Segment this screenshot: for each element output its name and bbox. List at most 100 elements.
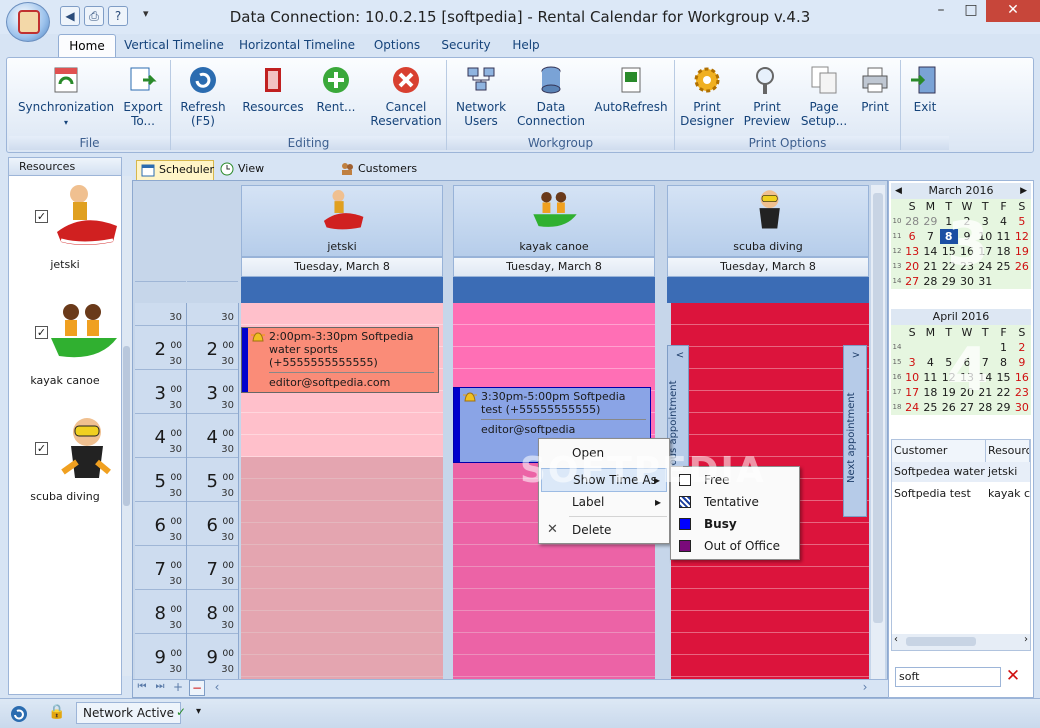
fast-forward-button[interactable]: ⏭ [153, 681, 167, 692]
network-icon [467, 67, 495, 91]
magnifier-icon [756, 67, 774, 94]
kayak-icon [533, 191, 577, 227]
grid-hscroll[interactable]: ‹ › [892, 634, 1030, 650]
first-button[interactable]: ⏮ [135, 681, 149, 692]
all-day-area[interactable] [453, 277, 655, 303]
rent-button[interactable]: Rent... [311, 64, 361, 114]
column-header-jetski[interactable]: jetski [241, 185, 443, 257]
tab-options[interactable]: Options [366, 34, 428, 58]
sync-status-icon[interactable] [10, 705, 28, 723]
free-swatch-icon [679, 474, 691, 486]
exit-button[interactable]: Exit [905, 64, 945, 114]
resources-icon [265, 68, 281, 92]
menu-item-label[interactable]: Label ▸ [541, 491, 667, 515]
column-header-resource[interactable]: Resource [986, 440, 1030, 462]
app-menu-button[interactable] [6, 2, 50, 42]
scrollbar-thumb[interactable] [123, 346, 130, 506]
data-connection-button[interactable]: Data Connection [515, 64, 587, 128]
menu-item-open[interactable]: Open [541, 442, 667, 466]
clock-icon [220, 162, 234, 176]
jetski-icon [323, 189, 364, 230]
calendar-april: 4 SMTWTFS 14 1 2 15 3 4 5 6 7 8 9 16 10 11 12 13 14 15 1… [891, 325, 1031, 415]
tab-customers[interactable]: Customers [336, 160, 417, 180]
next-month-button[interactable]: ▶ [1020, 183, 1027, 199]
lock-icon[interactable]: 🔒 [48, 702, 65, 724]
reminder-bell-icon [463, 392, 477, 402]
ribbon-tabs: Home Vertical Timeline Horizontal Timeli… [0, 34, 1040, 58]
submenu-item-tentative[interactable]: Tentative [673, 491, 797, 513]
column-header-customer[interactable]: Customer [892, 440, 986, 462]
tab-security[interactable]: Security [436, 34, 496, 58]
network-status: Network Active [76, 702, 182, 724]
submenu-item-busy[interactable]: Busy [673, 513, 797, 535]
back-quick-button[interactable]: ◀ [60, 6, 80, 26]
resource-checkbox[interactable]: ✓ [35, 326, 48, 339]
network-users-button[interactable]: Network Users [451, 64, 511, 128]
synchronization-button[interactable]: Synchronization ▾ [17, 64, 115, 130]
resource-item-scuba-diving[interactable]: ✓ scuba diving [9, 412, 121, 522]
appointment-water-sports[interactable]: 2:00pm-3:30pm Softpedia water sports (+5… [241, 327, 439, 393]
table-row[interactable]: Softpedia test kayak ca [892, 484, 1030, 504]
ribbon: Synchronization ▾ Export To... File Refre… [6, 57, 1034, 153]
scheduler-vscroll[interactable] [871, 185, 885, 679]
menu-item-delete[interactable]: ✕ Delete [541, 519, 667, 543]
print-preview-button[interactable]: Print Preview [741, 64, 793, 128]
quick-access-more[interactable]: ▾ [143, 7, 149, 20]
resource-checkbox[interactable]: ✓ [35, 210, 48, 223]
submenu-item-free[interactable]: Free [673, 469, 797, 491]
maximize-button[interactable]: □ [956, 0, 986, 22]
help-quick-button[interactable]: ? [108, 6, 128, 26]
add-button[interactable]: + [171, 680, 185, 694]
resource-label: jetski [50, 258, 80, 271]
tab-horizontal-timeline[interactable]: Horizontal Timeline [238, 34, 356, 58]
page-setup-button[interactable]: Page Setup... [799, 64, 849, 128]
resources-button[interactable]: Resources [241, 64, 305, 114]
close-button[interactable]: ✕ [986, 0, 1040, 22]
scrollbar-thumb[interactable] [873, 193, 883, 623]
scroll-right-button[interactable]: › [859, 680, 871, 694]
tab-vertical-timeline[interactable]: Vertical Timeline [122, 34, 226, 58]
context-menu: Open Show Time As ▸ Label ▸ ✕ Delete [538, 438, 670, 544]
tab-help[interactable]: Help [506, 34, 546, 58]
customers-grid: Customer Resource Softpedea water sp jet… [891, 439, 1031, 651]
print-designer-button[interactable]: Print Designer [679, 64, 735, 128]
autorefresh-button[interactable]: AutoRefresh [593, 64, 669, 114]
scheduler-view: 30 2 00 30 3 00 30 4 00 30 5 00 30 6 00 30 7 00 30 8… [132, 180, 889, 698]
clear-search-icon[interactable]: ✕ [1003, 667, 1023, 687]
resource-item-kayak-canoe[interactable]: ✓ kayak canoe [9, 296, 121, 406]
cancel-reservation-button[interactable]: Cancel Reservation [367, 64, 445, 128]
refresh-button[interactable]: Refresh (F5) [175, 64, 231, 128]
column-header-kayak-canoe[interactable]: kayak canoe [453, 185, 655, 257]
resource-checkbox[interactable]: ✓ [35, 442, 48, 455]
prev-month-button[interactable]: ◀ [895, 183, 902, 199]
scroll-left-button[interactable]: ‹ [211, 680, 223, 694]
view-tabs: Scheduler View Reservations Customers [132, 158, 892, 193]
cancel-icon [393, 67, 419, 93]
tab-home[interactable]: Home [58, 34, 116, 58]
status-dropdown[interactable]: ▾ [196, 702, 201, 724]
print-quick-button[interactable]: ⎙ [84, 6, 104, 26]
submenu-item-out-of-office[interactable]: Out of Office [673, 535, 797, 557]
column-header-scuba-diving[interactable]: scuba diving [667, 185, 869, 257]
print-button[interactable]: Print [853, 64, 897, 114]
resource-item-jetski[interactable]: ✓ jetski [9, 180, 121, 290]
table-row[interactable]: Softpedea water sp jetski [892, 462, 1030, 482]
export-button[interactable]: Export To... [117, 64, 169, 128]
scheduler-navigator: ⏮ ⏭ + − ‹ › [133, 679, 889, 697]
resources-scrollbar[interactable] [122, 176, 132, 676]
search-input[interactable]: soft [895, 667, 1001, 687]
all-day-area[interactable] [241, 277, 443, 303]
minimize-button[interactable]: – [926, 0, 956, 22]
all-day-area[interactable] [667, 277, 869, 303]
tab-view-reservations[interactable]: View Reservations [216, 160, 332, 193]
menu-item-show-time-as[interactable]: Show Time As ▸ [541, 468, 667, 492]
next-appointment-button[interactable]: > Next appointment [843, 345, 867, 517]
group-exit: Exit [901, 60, 949, 150]
group-label-editing: Editing [171, 136, 446, 150]
remove-button[interactable]: − [189, 680, 205, 696]
refresh-icon [190, 67, 216, 93]
window-title: Data Connection: 10.0.2.15 [softpedia] -… [229, 8, 811, 26]
tab-scheduler[interactable]: Scheduler [136, 160, 214, 180]
resources-panel-title: Resources [9, 158, 121, 176]
delete-icon: ✕ [547, 522, 558, 537]
